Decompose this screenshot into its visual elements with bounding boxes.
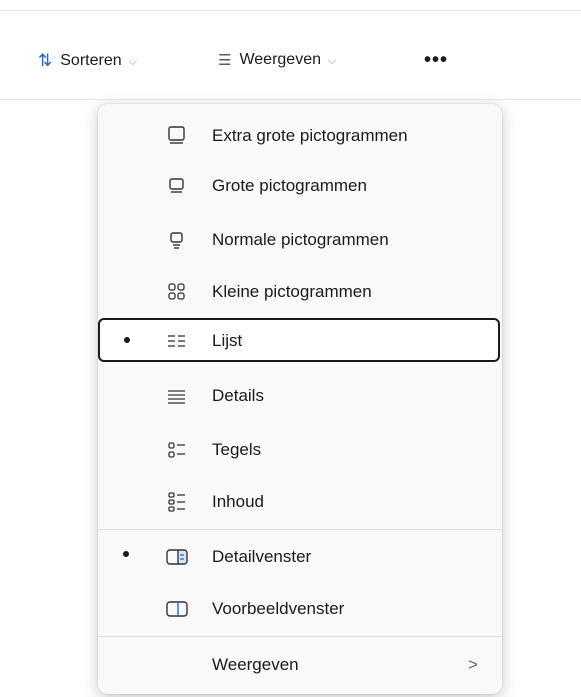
more-options-button[interactable]: ••• <box>424 49 448 72</box>
sort-button[interactable]: ⇅ Sorteren ⌵ <box>38 51 137 71</box>
menu-item-label: Voorbeeldvenster <box>212 599 345 618</box>
menu-item-view-submenu[interactable]: Weergeven > <box>98 645 502 685</box>
menu-separator <box>98 636 502 637</box>
checked-bullet-icon <box>124 337 130 343</box>
more-icon: ••• <box>424 49 449 71</box>
menu-item-small-icons[interactable]: Kleine pictogrammen <box>98 272 502 312</box>
content-icon <box>164 490 190 514</box>
sort-label: Sorteren <box>60 52 122 69</box>
menu-item-extra-large-icons[interactable]: Extra grote pictogrammen <box>98 116 502 156</box>
menu-item-preview-pane[interactable]: Voorbeeldvenster <box>98 589 502 629</box>
list-icon <box>164 329 190 353</box>
view-icon: ☰ <box>218 52 232 69</box>
menu-item-label: Lijst <box>212 331 243 350</box>
menu-item-content[interactable]: Inhoud <box>98 482 502 522</box>
menu-item-large-icons[interactable]: Grote pictogrammen <box>98 166 502 206</box>
view-label: Weergeven <box>239 51 321 68</box>
menu-item-tiles[interactable]: Tegels <box>98 430 502 470</box>
menu-item-label: Details <box>212 386 264 405</box>
small-icons-icon <box>164 280 190 304</box>
tiles-icon <box>164 438 190 462</box>
menu-item-label: Weergeven <box>212 655 299 674</box>
view-button[interactable]: ☰ Weergeven ⌵ <box>218 51 336 69</box>
menu-item-label: Kleine pictogrammen <box>212 282 372 301</box>
menu-item-medium-icons[interactable]: Normale pictogrammen <box>98 220 502 260</box>
menu-item-details-pane[interactable]: Detailvenster <box>98 537 502 577</box>
command-bar: ⇅ Sorteren ⌵ ☰ Weergeven ⌵ ••• <box>0 11 581 100</box>
extra-large-icons-icon <box>164 124 190 148</box>
menu-item-label: Inhoud <box>212 492 264 511</box>
medium-icons-icon <box>164 228 190 252</box>
menu-separator <box>98 529 502 530</box>
menu-item-label: Tegels <box>212 440 262 459</box>
chevron-down-icon: ⌵ <box>327 54 337 67</box>
sort-icon: ⇅ <box>38 51 53 70</box>
menu-item-label: Detailvenster <box>212 547 312 566</box>
menu-item-label: Normale pictogrammen <box>212 230 389 249</box>
chevron-right-icon: > <box>468 655 478 674</box>
menu-item-label: Extra grote pictogrammen <box>212 126 408 145</box>
menu-item-details[interactable]: Details <box>98 376 502 416</box>
large-icons-icon <box>164 174 190 198</box>
details-pane-icon <box>164 545 190 569</box>
menu-item-label: Grote pictogrammen <box>212 176 367 195</box>
chevron-down-icon: ⌵ <box>128 55 137 68</box>
details-icon <box>164 384 190 408</box>
checked-bullet-icon <box>123 551 129 557</box>
preview-pane-icon <box>164 597 190 621</box>
view-dropdown-menu: Extra grote pictogrammen Grote pictogram… <box>98 104 502 694</box>
menu-item-list[interactable]: Lijst <box>98 318 500 362</box>
